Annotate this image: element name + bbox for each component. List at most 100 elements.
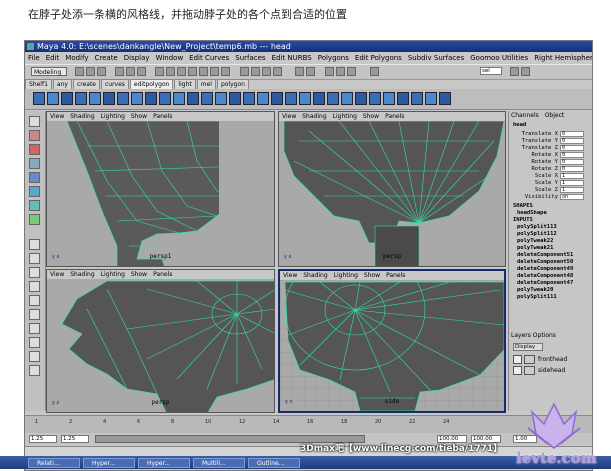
outliner-layout-icon[interactable] [29, 295, 40, 306]
vp-menu-shading[interactable]: Shading [67, 113, 97, 120]
vp-menu-show[interactable]: Show [361, 272, 383, 279]
menu-goomoo-utilities[interactable]: Goomoo Utilities [467, 54, 531, 62]
menu-create[interactable]: Create [91, 54, 120, 62]
polygon-tool-icon[interactable] [397, 92, 409, 105]
vp-menu-panels[interactable]: Panels [150, 271, 175, 278]
manipulator-icon[interactable] [29, 200, 40, 211]
attribute-editor-icon[interactable] [521, 67, 530, 76]
input-node[interactable]: deleteComponent50 [517, 259, 573, 265]
select-object-icon[interactable] [126, 67, 135, 76]
vp-menu-panels[interactable]: Panels [150, 113, 175, 120]
shape-node[interactable]: headShape [517, 210, 547, 216]
polygon-tool-icon[interactable] [271, 92, 283, 105]
snap-point-icon[interactable] [262, 67, 271, 76]
vp-menu-lighting[interactable]: Lighting [98, 113, 128, 120]
channel-value-field[interactable]: 1 [560, 173, 584, 179]
lasso-tool-icon[interactable] [29, 130, 40, 141]
polygon-tool-icon[interactable] [229, 92, 241, 105]
mask-icon[interactable] [221, 67, 230, 76]
vp-menu-view[interactable]: View [279, 113, 299, 120]
vp-menu-view[interactable]: View [47, 113, 67, 120]
input-node[interactable]: deleteComponent49 [517, 266, 573, 272]
channel-value-field[interactable]: 1 [560, 187, 584, 193]
polygon-tool-icon[interactable] [327, 92, 339, 105]
save-scene-icon[interactable] [97, 67, 106, 76]
taskbar-button[interactable]: Multili... [193, 458, 245, 468]
vp-menu-shading[interactable]: Shading [300, 272, 330, 279]
input-node[interactable]: polyTweak21 [517, 245, 553, 251]
input-line-icon[interactable] [370, 67, 379, 76]
selection-field[interactable]: sel [480, 67, 502, 75]
move-tool-icon[interactable] [29, 158, 40, 169]
snap-curve-icon[interactable] [251, 67, 260, 76]
hypershade-layout-icon[interactable] [29, 323, 40, 334]
vp-menu-panels[interactable]: Panels [383, 272, 408, 279]
vp-menu-panels[interactable]: Panels [382, 113, 407, 120]
select-tool-icon[interactable] [29, 116, 40, 127]
channel-box-toggle-icon[interactable] [510, 67, 519, 76]
window-title-bar[interactable]: Maya 4.0: E:\scenes\dankangle\New_Projec… [25, 41, 592, 52]
polygon-tool-icon[interactable] [411, 92, 423, 105]
tab-options[interactable]: Options [533, 332, 556, 339]
menu-edit-polygons[interactable]: Edit Polygons [352, 54, 405, 62]
channel-value-field[interactable]: on [560, 194, 584, 200]
input-node[interactable]: polySplit113 [517, 224, 557, 230]
polygon-tool-icon[interactable] [75, 92, 87, 105]
polygon-tool-icon[interactable] [439, 92, 451, 105]
channel-row[interactable]: Translate X0 [509, 131, 592, 138]
polygon-tool-icon[interactable] [187, 92, 199, 105]
polygon-tool-icon[interactable] [257, 92, 269, 105]
mask-icon[interactable] [210, 67, 219, 76]
mask-icon[interactable] [155, 67, 164, 76]
vp-menu-shading[interactable]: Shading [67, 271, 97, 278]
polygon-tool-icon[interactable] [47, 92, 59, 105]
polygon-tool-icon[interactable] [383, 92, 395, 105]
viewport-bottom-left[interactable]: View Shading Lighting Show Panels y z persp [46, 269, 275, 413]
rotate-tool-icon[interactable] [29, 172, 40, 183]
menu-edit-curves[interactable]: Edit Curves [186, 54, 232, 62]
snap-plane-icon[interactable] [273, 67, 282, 76]
viewport-top-right[interactable]: View Shading Lighting Show Panels y x persp [278, 111, 506, 267]
time-slider[interactable]: 1 2 4 6 8 10 12 14 16 18 20 22 24 [25, 415, 592, 433]
render-layout-icon[interactable] [29, 337, 40, 348]
scale-tool-icon[interactable] [29, 186, 40, 197]
input-node[interactable]: polyTweak20 [517, 287, 553, 293]
script-layout-icon[interactable] [29, 351, 40, 362]
channel-row[interactable]: Visibility on [509, 194, 592, 201]
range-start-field[interactable]: 1.25 [29, 435, 57, 443]
viewport-top-left[interactable]: View Shading Lighting Show Panels y x persp1 [46, 111, 275, 267]
vp-menu-show[interactable]: Show [128, 113, 150, 120]
input-node[interactable]: deleteComponent47 [517, 280, 573, 286]
vp-menu-view[interactable]: View [47, 271, 67, 278]
menu-edit-nurbs[interactable]: Edit NURBS [269, 54, 315, 62]
vp-menu-lighting[interactable]: Lighting [331, 272, 361, 279]
single-layout-icon[interactable] [29, 239, 40, 250]
channel-value-field[interactable]: 0 [560, 166, 584, 172]
polygon-tool-icon[interactable] [299, 92, 311, 105]
layer-row[interactable]: sidehead [513, 366, 589, 375]
vp-menu-view[interactable]: View [280, 272, 300, 279]
visibility-checkbox[interactable] [513, 355, 522, 364]
polygon-tool-icon[interactable] [369, 92, 381, 105]
menu-modify[interactable]: Modify [62, 54, 91, 62]
mask-icon[interactable] [199, 67, 208, 76]
channel-value-field[interactable]: 0 [560, 159, 584, 165]
polygon-tool-icon[interactable] [131, 92, 143, 105]
taskbar-button[interactable]: Outline... [248, 458, 300, 468]
layer-mode-select[interactable]: Display [513, 343, 543, 351]
input-node[interactable]: polyTweak22 [517, 238, 553, 244]
tab-layers[interactable]: Layers [511, 332, 531, 339]
last-tool-icon[interactable] [29, 214, 40, 225]
open-scene-icon[interactable] [86, 67, 95, 76]
taskbar-button[interactable]: Hyper... [138, 458, 190, 468]
polygon-tool-icon[interactable] [173, 92, 185, 105]
mask-icon[interactable] [166, 67, 175, 76]
graph-layout-icon[interactable] [29, 309, 40, 320]
channel-row[interactable]: Translate Y0 [509, 138, 592, 145]
channel-row[interactable]: Translate Z0 [509, 145, 592, 152]
polygon-tool-icon[interactable] [355, 92, 367, 105]
channel-row[interactable]: Scale Z1 [509, 187, 592, 194]
polygon-tool-icon[interactable] [33, 92, 45, 105]
menu-display[interactable]: Display [121, 54, 153, 62]
input-node[interactable]: deleteComponent48 [517, 273, 573, 279]
